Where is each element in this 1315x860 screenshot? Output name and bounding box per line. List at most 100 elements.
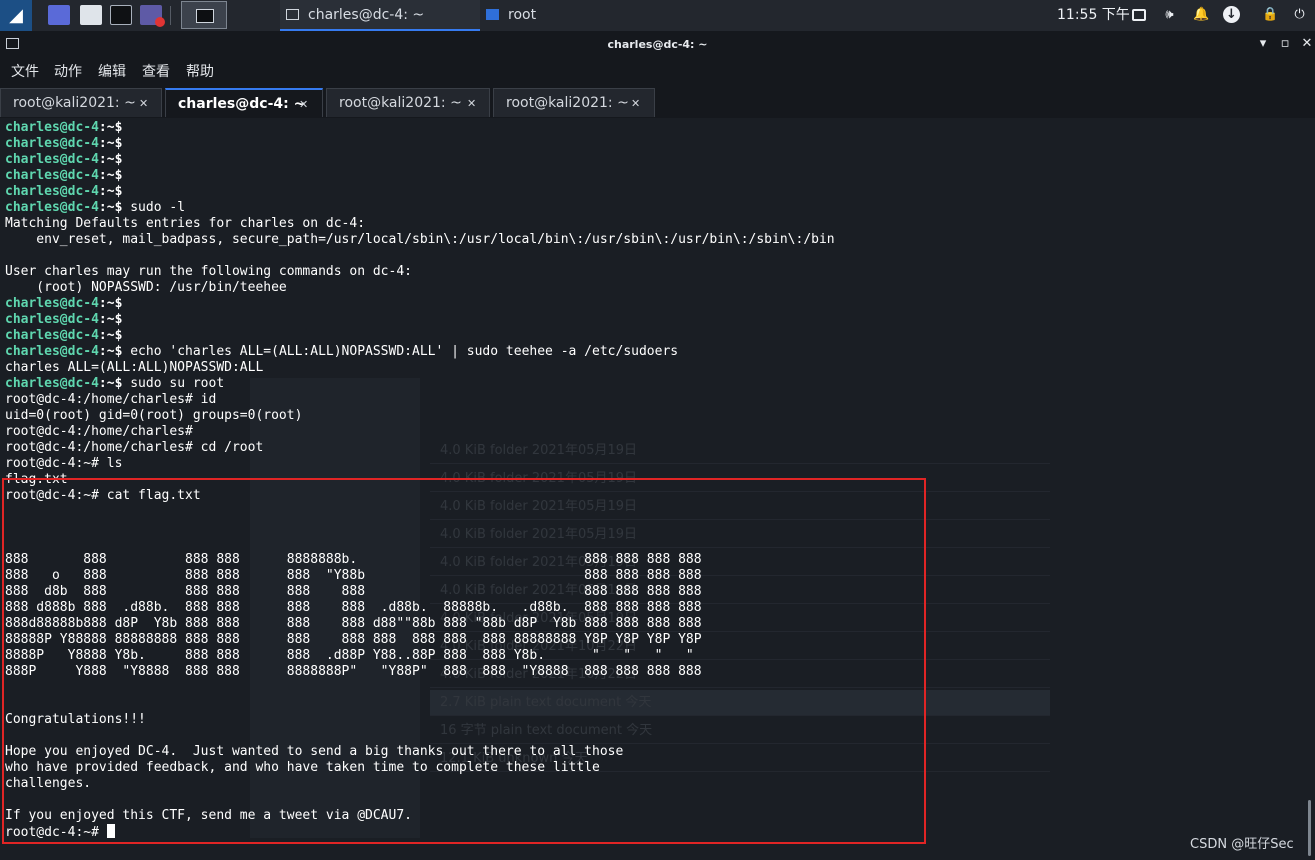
window-titlebar[interactable]: charles@dc-4: ~ ▾ ▫ ✕ — [0, 31, 1315, 58]
prompt-path: :~$ — [98, 328, 123, 343]
flag-highlight-box — [2, 478, 926, 844]
workspace-switcher[interactable] — [181, 1, 227, 29]
terminal-line: charles@dc-4:~$ — [5, 168, 835, 184]
terminal-line: charles ALL=(ALL:ALL)NOPASSWD:ALL — [5, 360, 835, 376]
close-button[interactable]: ✕ — [1300, 36, 1314, 52]
kali-menu-icon[interactable]: ◢ — [0, 0, 32, 31]
prompt-user: charles@dc-4 — [5, 152, 99, 167]
desktop-icon[interactable] — [48, 5, 70, 25]
tab-root-kali2021-1[interactable]: root@kali2021: ~ ✕ — [0, 88, 162, 117]
prompt-user: charles@dc-4 — [5, 312, 99, 327]
menu-view[interactable]: 查看 — [142, 58, 170, 87]
prompt-user: charles@dc-4 — [5, 328, 99, 343]
tab-close-icon[interactable]: ✕ — [631, 89, 640, 118]
terminal-line: env_reset, mail_badpass, secure_path=/us… — [5, 232, 835, 248]
line-text: sudo su root — [122, 376, 225, 391]
terminal-icon[interactable] — [110, 5, 132, 25]
tab-label: root@kali2021: ~ — [13, 95, 136, 111]
prompt-user: charles@dc-4 — [5, 136, 99, 151]
tab-close-icon[interactable]: ✕ — [139, 89, 148, 118]
prompt-user: charles@dc-4 — [5, 296, 99, 311]
maximize-button[interactable]: ▫ — [1278, 36, 1292, 52]
terminal-line: root@dc-4:/home/charles# cd /root — [5, 440, 835, 456]
lock-icon[interactable]: 🔒 — [1262, 6, 1279, 23]
tab-label: root@kali2021: ~ — [339, 95, 462, 111]
line-text: root@dc-4:/home/charles# cd /root — [5, 440, 264, 455]
clock[interactable]: 11:55 下午 — [1057, 0, 1130, 31]
menu-actions[interactable]: 动作 — [54, 58, 82, 87]
terminal-line: charles@dc-4:~$ — [5, 136, 835, 152]
prompt-path: :~$ — [98, 200, 123, 215]
line-text: env_reset, mail_badpass, secure_path=/us… — [5, 232, 835, 247]
prompt-user: charles@dc-4 — [5, 376, 99, 391]
update-icon[interactable]: ↓ — [1223, 6, 1240, 23]
prompt-user: charles@dc-4 — [5, 344, 99, 359]
prompt-user: charles@dc-4 — [5, 200, 99, 215]
top-panel: ◢ charles@dc-4: ~ root 11:55 下午 🕪 🔔 ↓ 🔒 … — [0, 0, 1315, 32]
power-icon[interactable]: ⏻ — [1291, 6, 1308, 23]
taskbar-item-label: root — [508, 7, 537, 23]
taskbar-item-terminal[interactable]: charles@dc-4: ~ — [280, 0, 480, 31]
terminal-line: charles@dc-4:~$ echo 'charles ALL=(ALL:A… — [5, 344, 835, 360]
terminal-line: (root) NOPASSWD: /usr/bin/teehee — [5, 280, 835, 296]
terminal-output[interactable]: 4.0 KiB folder 2021年05月19日 4.0 KiB folder… — [0, 118, 1315, 860]
terminal-scrollbar[interactable] — [1308, 800, 1311, 856]
window-title: charles@dc-4: ~ — [607, 38, 708, 51]
workspace-preview — [196, 9, 214, 23]
minimize-button[interactable]: ▾ — [1256, 36, 1270, 52]
prompt-path: :~$ — [98, 120, 123, 135]
screen-recorder-icon[interactable] — [140, 5, 165, 27]
terminal-line: charles@dc-4:~$ — [5, 296, 835, 312]
menu-bar: 文件 动作 编辑 查看 帮助 — [0, 58, 1315, 87]
terminal-line: Matching Defaults entries for charles on… — [5, 216, 835, 232]
terminal-line: User charles may run the following comma… — [5, 264, 835, 280]
prompt-path: :~$ — [98, 152, 123, 167]
bell-icon[interactable]: 🔔 — [1193, 6, 1210, 23]
record-dot-icon — [155, 17, 165, 27]
prompt-path: :~$ — [98, 136, 123, 151]
taskbar-item-label: charles@dc-4: ~ — [308, 7, 425, 23]
line-text: sudo -l — [122, 200, 186, 215]
prompt-user: charles@dc-4 — [5, 168, 99, 183]
taskbar-item-root-folder[interactable]: root — [480, 0, 680, 31]
line-text: root@dc-4:/home/charles# id — [5, 392, 217, 407]
menu-file[interactable]: 文件 — [11, 58, 39, 87]
line-text: root@dc-4:~# ls — [5, 456, 123, 471]
volume-icon[interactable]: 🕪 — [1161, 6, 1178, 23]
terminal-line: charles@dc-4:~$ — [5, 184, 835, 200]
prompt-path: :~$ — [98, 184, 123, 199]
display-icon[interactable] — [1132, 9, 1146, 21]
line-text: echo 'charles ALL=(ALL:ALL)NOPASSWD:ALL'… — [122, 344, 679, 359]
line-text: root@dc-4:/home/charles# — [5, 424, 193, 439]
tab-bar: root@kali2021: ~ ✕ charles@dc-4: ~ ✕ roo… — [0, 87, 1315, 118]
tab-label: charles@dc-4: ~ — [178, 96, 306, 112]
terminal-line: charles@dc-4:~$ — [5, 328, 835, 344]
tab-root-kali2021-3[interactable]: root@kali2021: ~ ✕ — [493, 88, 655, 117]
watermark: CSDN @旺仔Sec — [1190, 837, 1294, 852]
folder-icon — [486, 9, 499, 20]
menu-edit[interactable]: 编辑 — [98, 58, 126, 87]
tab-label: root@kali2021: ~ — [506, 95, 629, 111]
line-text: uid=0(root) gid=0(root) groups=0(root) — [5, 408, 303, 423]
terminal-line: charles@dc-4:~$ — [5, 152, 835, 168]
prompt-path: :~$ — [98, 168, 123, 183]
tab-charles-dc4[interactable]: charles@dc-4: ~ ✕ — [165, 88, 323, 117]
prompt-path: :~$ — [98, 296, 123, 311]
terminal-line: charles@dc-4:~$ sudo -l — [5, 200, 835, 216]
terminal-line: root@dc-4:~# ls — [5, 456, 835, 472]
prompt-user: charles@dc-4 — [5, 120, 99, 135]
menu-help[interactable]: 帮助 — [186, 58, 214, 87]
file-manager-icon[interactable] — [80, 5, 102, 25]
terminal-line: root@dc-4:/home/charles# id — [5, 392, 835, 408]
line-text: User charles may run the following comma… — [5, 264, 412, 279]
line-text: charles ALL=(ALL:ALL)NOPASSWD:ALL — [5, 360, 264, 375]
line-text: (root) NOPASSWD: /usr/bin/teehee — [5, 280, 287, 295]
terminal-icon — [286, 9, 299, 20]
tab-close-icon[interactable]: ✕ — [467, 89, 476, 118]
tab-close-icon[interactable]: ✕ — [299, 90, 308, 119]
prompt-user: charles@dc-4 — [5, 184, 99, 199]
tab-root-kali2021-2[interactable]: root@kali2021: ~ ✕ — [326, 88, 490, 117]
terminal-line: uid=0(root) gid=0(root) groups=0(root) — [5, 408, 835, 424]
terminal-line: charles@dc-4:~$ — [5, 312, 835, 328]
